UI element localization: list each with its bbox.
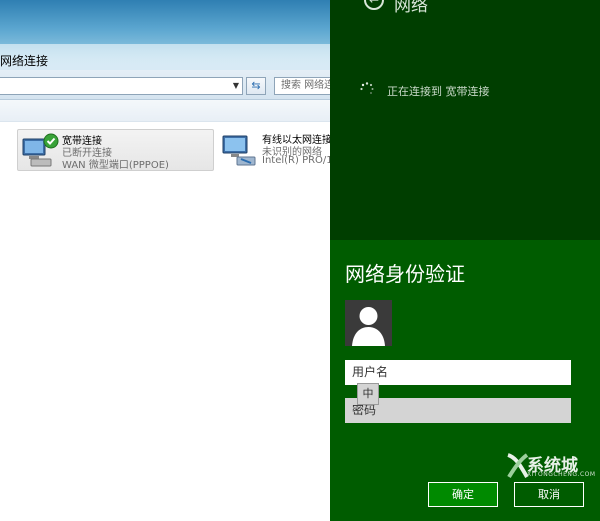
username-input[interactable]: 用户名 <box>345 360 571 385</box>
connection-device: WAN 微型端口(PPPOE) <box>62 160 169 171</box>
auth-title: 网络身份验证 <box>345 262 465 286</box>
window-title: 网络连接 <box>0 54 49 68</box>
titlebar-glass <box>0 44 330 70</box>
broadband-connection-icon <box>22 133 59 167</box>
network-connections-window: 网络连接 ▼ ⇆ 搜索 网络连 宽带连接 已断开连接 WAN 微型端口(PPPO… <box>0 0 330 521</box>
ethernet-connection-icon <box>222 135 256 166</box>
loading-spinner-icon <box>360 82 374 94</box>
network-charm-header-area: ← 网络 正在连接到 宽带连接 <box>330 0 600 240</box>
network-auth-panel: 网络身份验证 用户名 密码 中 确定 取消 系统城 XITONGCHENG.CO… <box>330 240 600 521</box>
command-bar <box>0 100 330 122</box>
connection-device: Intel(R) PRO/10 <box>262 155 330 166</box>
connection-status-text: 正在连接到 宽带连接 <box>387 85 490 98</box>
charm-header: 网络 <box>394 0 428 16</box>
watermark-logo: 系统城 XITONGCHENG.COM <box>505 447 600 487</box>
ok-button[interactable]: 确定 <box>428 482 498 507</box>
address-bar: ▼ ⇆ 搜索 网络连 <box>0 70 330 100</box>
address-dropdown-icon[interactable]: ▼ <box>230 79 242 93</box>
window-titlebar: 网络连接 <box>0 0 330 70</box>
watermark-subtext: XITONGCHENG.COM <box>527 471 596 478</box>
search-input[interactable]: 搜索 网络连 <box>274 77 330 95</box>
back-arrow-icon[interactable]: ← <box>364 0 384 10</box>
user-avatar-icon <box>345 300 392 346</box>
address-input[interactable] <box>0 77 243 95</box>
connection-item-ethernet[interactable]: 有线以太网连接 未识别的网络 Intel(R) PRO/10 <box>218 129 330 171</box>
ime-indicator[interactable]: 中 <box>357 383 379 405</box>
connection-item-broadband[interactable]: 宽带连接 已断开连接 WAN 微型端口(PPPOE) <box>17 129 214 171</box>
network-charm-pane: ← 网络 正在连接到 宽带连接 网络身份验证 用户名 密码 中 确定 取消 系统… <box>330 0 600 521</box>
refresh-button[interactable]: ⇆ <box>246 77 266 95</box>
